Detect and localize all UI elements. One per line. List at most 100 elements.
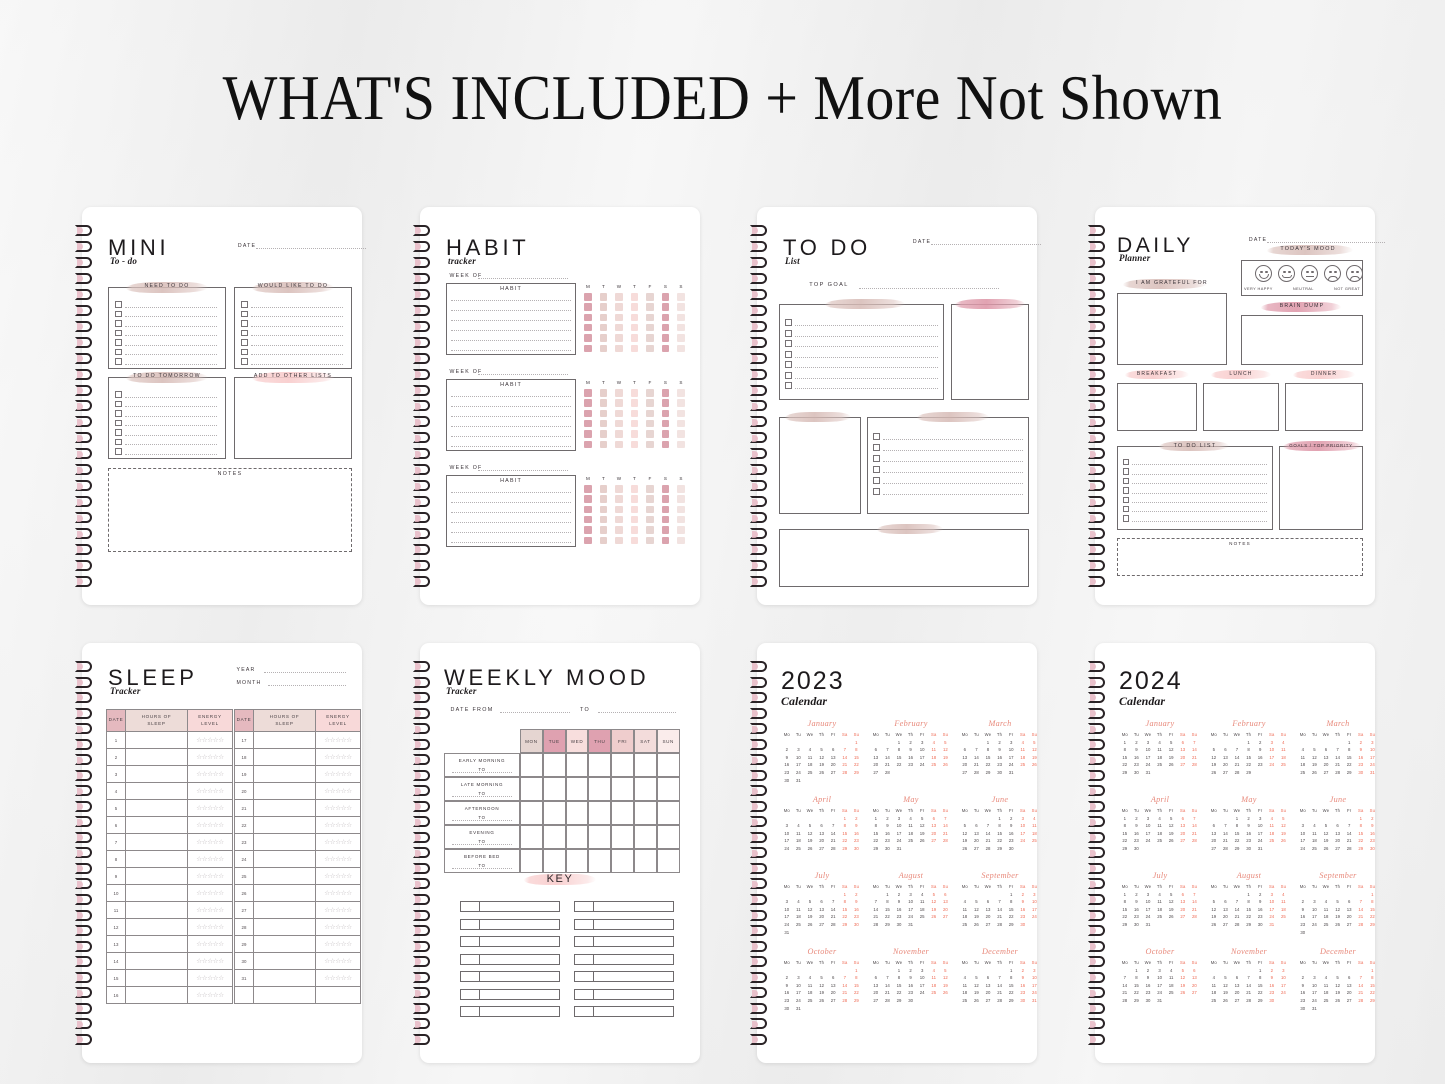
sleep-energy-cell[interactable]: ☆☆☆☆☆	[315, 731, 361, 749]
calendar-day[interactable]: 9	[1254, 898, 1266, 906]
calendar-day[interactable]: 18	[916, 906, 928, 914]
calendar-day[interactable]: 10	[1017, 822, 1029, 830]
calendar-month[interactable]: September Mo Tu We Th Fr Sa Su 1 2 3 4 5 6 7 8 9 10 11 12 1…	[959, 871, 1041, 929]
calendar-day[interactable]: 20	[1189, 982, 1201, 990]
calendar-day[interactable]: 15	[994, 830, 1006, 838]
calendar-day[interactable]: 23	[1005, 837, 1017, 845]
calendar-day[interactable]: 12	[1208, 754, 1220, 762]
sleep-hours-cell[interactable]	[253, 748, 316, 766]
calendar-day[interactable]: 16	[1131, 906, 1143, 914]
checkbox[interactable]	[1123, 468, 1130, 475]
calendar-day[interactable]: 1	[1119, 815, 1131, 823]
habit-cell[interactable]	[630, 419, 639, 428]
habit-cell[interactable]	[677, 485, 685, 493]
calendar-day[interactable]: 11	[1208, 982, 1220, 990]
habit-cell[interactable]	[630, 303, 639, 311]
calendar-day[interactable]: 31	[1367, 769, 1379, 777]
key-swatch-box[interactable]	[460, 918, 480, 930]
calendar-day[interactable]: 23	[781, 997, 793, 1005]
calendar-day[interactable]: 2	[1017, 967, 1029, 975]
calendar-day[interactable]: 14	[827, 906, 839, 914]
calendar-day[interactable]: 8	[1343, 746, 1355, 754]
calendar-day[interactable]: 23	[1017, 913, 1029, 921]
calendar-day[interactable]: 10	[793, 982, 805, 990]
habit-cell[interactable]	[599, 430, 608, 438]
calendar-day[interactable]: 10	[1005, 746, 1017, 754]
habit-cell[interactable]	[599, 293, 608, 301]
calendar-day[interactable]: 23	[1243, 837, 1255, 845]
calendar-day[interactable]: 4	[1154, 891, 1166, 899]
calendar-day[interactable]: 12	[1165, 822, 1177, 830]
calendar-day[interactable]: 13	[982, 906, 994, 914]
calendar-day[interactable]: 2	[1243, 815, 1255, 823]
calendar-day[interactable]: 9	[1142, 974, 1154, 982]
sleep-energy-cell[interactable]: ☆☆☆☆☆	[315, 765, 361, 783]
calendar-day[interactable]: 11	[1029, 822, 1041, 830]
habit-cell[interactable]	[615, 323, 623, 332]
calendar-day[interactable]: 2	[851, 815, 863, 823]
calendar-day[interactable]: 8	[1355, 822, 1367, 830]
calendar-day[interactable]: 28	[971, 769, 983, 777]
calendar-day[interactable]: 19	[940, 754, 952, 762]
sleep-energy-cell[interactable]: ☆☆☆☆☆	[315, 833, 361, 851]
calendar-day[interactable]: 3	[1254, 815, 1266, 823]
calendar-day[interactable]: 6	[870, 746, 882, 754]
todo-box-bottom[interactable]	[779, 529, 1029, 587]
mood-time-line[interactable]	[452, 820, 512, 821]
calendar-day[interactable]: 2	[1131, 891, 1143, 899]
calendar-day[interactable]: 20	[1208, 837, 1220, 845]
write-line[interactable]	[451, 446, 571, 447]
mood-cell[interactable]	[588, 753, 612, 777]
write-line[interactable]	[451, 396, 571, 397]
calendar-day[interactable]: 22	[1119, 761, 1131, 769]
checkbox[interactable]	[785, 329, 792, 337]
sleep-date-cell[interactable]: 16	[106, 986, 126, 1004]
sleep-hours-cell[interactable]	[253, 952, 316, 970]
star-rating[interactable]: ☆☆☆☆☆	[196, 890, 224, 897]
habit-cell[interactable]	[630, 334, 639, 342]
calendar-day[interactable]: 15	[851, 982, 863, 990]
key-label-box[interactable]	[594, 918, 674, 930]
calendar-day[interactable]: 31	[1154, 997, 1166, 1005]
sleep-table[interactable]: DATE HOURS OF SLEEP ENERGY LEVEL 1 ☆☆☆☆☆ 2 ☆☆☆☆☆…	[106, 709, 233, 1004]
write-line[interactable]	[250, 344, 343, 346]
write-line[interactable]	[451, 532, 571, 533]
box-grateful[interactable]	[1117, 293, 1227, 365]
star-rating[interactable]: ☆☆☆☆☆	[196, 975, 224, 982]
calendar-day[interactable]: 3	[1005, 739, 1017, 747]
habit-cell[interactable]	[599, 303, 608, 311]
calendar-day[interactable]: 25	[916, 913, 928, 921]
calendar-day[interactable]: 28	[1332, 769, 1344, 777]
calendar-day[interactable]: 17	[1309, 989, 1321, 997]
sleep-date-cell[interactable]: 15	[106, 969, 126, 987]
calendar-day[interactable]: 14	[1243, 982, 1255, 990]
calendar-day[interactable]: 7	[1355, 898, 1367, 906]
calendar-day[interactable]: 15	[893, 754, 905, 762]
calendar-day[interactable]: 21	[982, 837, 994, 845]
calendar-day[interactable]: 16	[893, 906, 905, 914]
calendar-day[interactable]: 15	[982, 754, 994, 762]
habit-cell[interactable]	[615, 389, 623, 397]
box-would-like-to-do[interactable]	[234, 287, 352, 369]
calendar-day[interactable]: 15	[1343, 754, 1355, 762]
calendar-day[interactable]: 6	[982, 898, 994, 906]
calendar-day[interactable]: 6	[1332, 822, 1344, 830]
write-line[interactable]	[795, 325, 938, 326]
calendar-day[interactable]: 10	[1142, 822, 1154, 830]
calendar-day[interactable]: 20	[1320, 761, 1332, 769]
calendar-day[interactable]: 25	[1154, 761, 1166, 769]
calendar-day[interactable]: 31	[1266, 921, 1278, 929]
calendar-day[interactable]: 13	[816, 830, 828, 838]
calendar-day[interactable]: 4	[1154, 739, 1166, 747]
calendar-day[interactable]: 13	[1220, 906, 1232, 914]
calendar-day[interactable]: 14	[827, 830, 839, 838]
calendar-day[interactable]: 29	[1367, 997, 1379, 1005]
calendar-day[interactable]: 16	[1297, 913, 1309, 921]
calendar-day[interactable]: 29	[839, 845, 851, 853]
calendar-day[interactable]: 8	[1131, 974, 1143, 982]
write-line[interactable]	[859, 288, 999, 289]
calendar-day[interactable]: 16	[1017, 982, 1029, 990]
calendar-day[interactable]: 17	[1266, 906, 1278, 914]
habit-cell[interactable]	[646, 303, 654, 311]
calendar-day[interactable]: 7	[994, 898, 1006, 906]
